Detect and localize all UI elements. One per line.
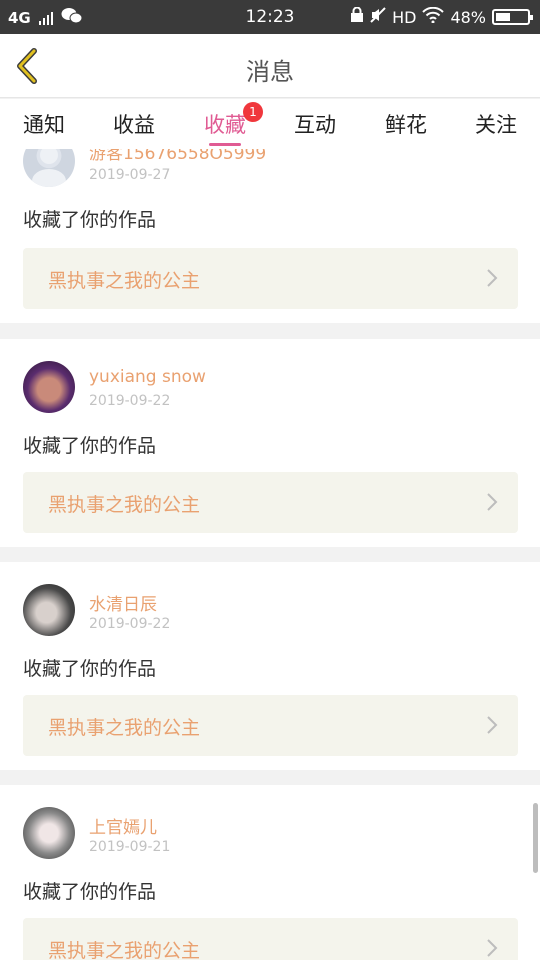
hd-label: HD bbox=[392, 7, 417, 27]
wifi-icon bbox=[422, 6, 445, 27]
action-text: 收藏了你的作品 bbox=[23, 658, 157, 680]
tab-label: 互动 bbox=[294, 113, 336, 137]
page-title: 消息 bbox=[246, 58, 294, 86]
chevron-right-icon bbox=[487, 939, 498, 957]
tab-bar: 通知 收益 收藏 1 互动 鲜花 关注 bbox=[0, 99, 540, 149]
mute-icon bbox=[370, 7, 386, 27]
avatar[interactable] bbox=[23, 807, 75, 859]
active-tab-indicator bbox=[209, 143, 241, 146]
tab-label: 关注 bbox=[475, 113, 517, 137]
list-item: 水清日辰 2019-09-22 收藏了你的作品 黑执事之我的公主 bbox=[0, 562, 540, 770]
action-text: 收藏了你的作品 bbox=[23, 881, 157, 903]
status-bar: 4G 12:23 HD 48% bbox=[0, 0, 540, 34]
timestamp: 2019-09-21 bbox=[89, 839, 171, 855]
timestamp: 2019-09-22 bbox=[89, 616, 171, 632]
timestamp: 2019-09-22 bbox=[89, 393, 171, 409]
list-item: 上官嫣儿 2019-09-21 收藏了你的作品 黑执事之我的公主 bbox=[0, 785, 540, 960]
avatar[interactable] bbox=[23, 584, 75, 636]
tab-label: 收益 bbox=[113, 113, 155, 137]
tab-label: 鲜花 bbox=[385, 113, 427, 137]
tab-flowers[interactable]: 鲜花 bbox=[366, 109, 446, 139]
battery-percent: 48% bbox=[450, 7, 486, 27]
header: 消息 bbox=[0, 34, 540, 98]
list-item: yuxiang snow 2019-09-22 收藏了你的作品 黑执事之我的公主 bbox=[0, 339, 540, 547]
work-link[interactable]: 黑执事之我的公主 bbox=[23, 248, 518, 309]
scrollbar[interactable] bbox=[533, 803, 538, 873]
message-list[interactable]: 游客15676558O5999 2019-09-27 收藏了你的作品 黑执事之我… bbox=[0, 149, 540, 960]
tab-notice[interactable]: 通知 bbox=[4, 109, 84, 139]
chevron-right-icon bbox=[487, 269, 498, 287]
avatar[interactable] bbox=[23, 361, 75, 413]
work-title: 黑执事之我的公主 bbox=[48, 940, 201, 960]
username[interactable]: 游客15676558O5999 bbox=[89, 149, 266, 164]
list-item: 游客15676558O5999 2019-09-27 收藏了你的作品 黑执事之我… bbox=[0, 149, 540, 323]
tab-favorites[interactable]: 收藏 1 bbox=[185, 102, 265, 146]
chevron-right-icon bbox=[487, 716, 498, 734]
work-link[interactable]: 黑执事之我的公主 bbox=[23, 472, 518, 533]
work-title: 黑执事之我的公主 bbox=[48, 717, 201, 739]
tab-following[interactable]: 关注 bbox=[456, 109, 536, 139]
unread-badge: 1 bbox=[243, 102, 263, 122]
chevron-right-icon bbox=[487, 493, 498, 511]
action-text: 收藏了你的作品 bbox=[23, 435, 157, 457]
timestamp: 2019-09-27 bbox=[89, 167, 171, 183]
tab-label: 收藏 bbox=[204, 113, 246, 137]
lock-icon bbox=[350, 6, 364, 27]
tab-label: 通知 bbox=[23, 113, 65, 137]
avatar[interactable] bbox=[23, 149, 75, 187]
username[interactable]: yuxiang snow bbox=[89, 367, 206, 387]
work-link[interactable]: 黑执事之我的公主 bbox=[23, 695, 518, 756]
username[interactable]: 水清日辰 bbox=[89, 590, 157, 615]
username[interactable]: 上官嫣儿 bbox=[89, 813, 157, 838]
action-text: 收藏了你的作品 bbox=[23, 209, 157, 231]
battery-icon bbox=[492, 9, 533, 25]
tab-interaction[interactable]: 互动 bbox=[275, 109, 355, 139]
work-title: 黑执事之我的公主 bbox=[48, 494, 201, 516]
work-link[interactable]: 黑执事之我的公主 bbox=[23, 918, 518, 960]
tab-earnings[interactable]: 收益 bbox=[94, 109, 174, 139]
work-title: 黑执事之我的公主 bbox=[48, 270, 201, 292]
